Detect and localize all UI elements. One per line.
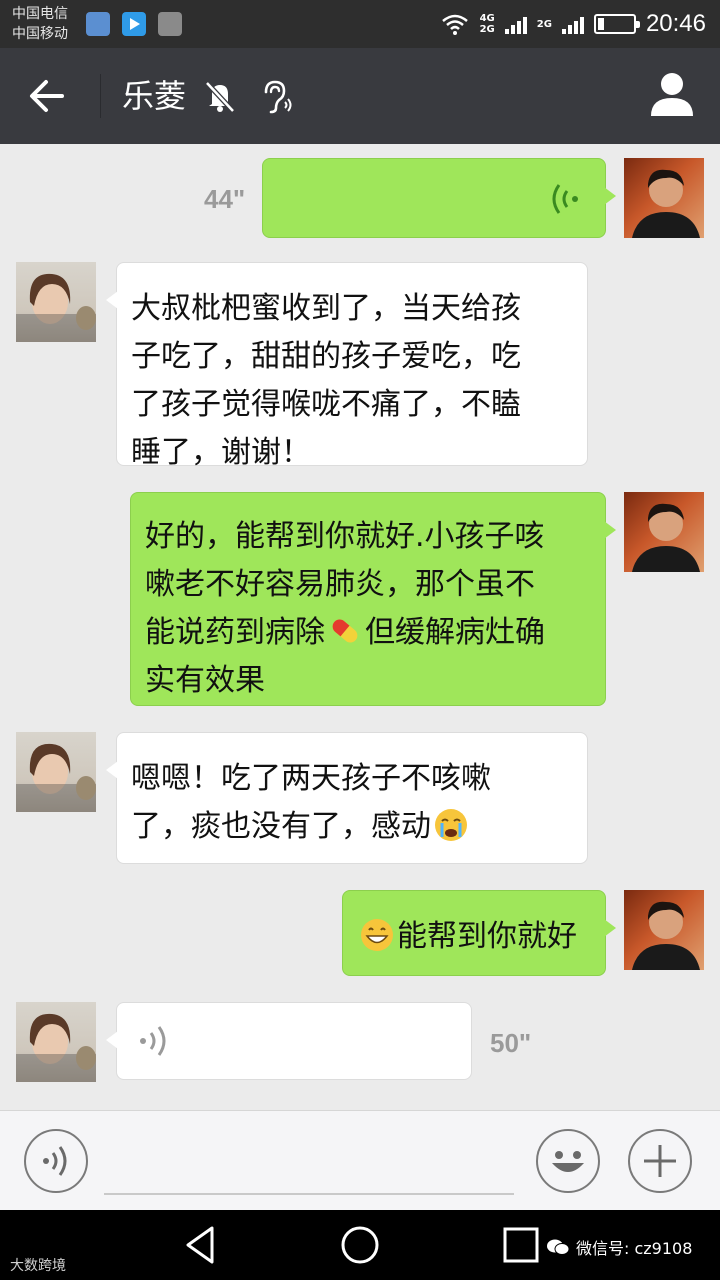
network-type-1: 4G 2G [480,13,495,35]
watermark-left-text: 大数跨境 [10,1258,66,1274]
text-message-bubble[interactable]: 能帮到你就好 [342,890,616,976]
header-divider [100,74,101,118]
message-line: 能说药到病除 但缓解病灶确 [145,609,589,657]
video-app-icon [122,12,146,36]
plus-icon[interactable] [628,1129,692,1193]
voice-input-icon[interactable] [24,1129,88,1193]
signal-2-icon [561,14,584,34]
voice-wave-icon [140,1026,166,1056]
my-avatar[interactable] [624,890,704,970]
text-message-bubble[interactable]: 嗯嗯！吃了两天孩子不咳嗽 了，痰也没有了，感动 [106,732,588,864]
text-message-bubble[interactable]: 大叔枇杷蜜收到了，当天给孩 子吃了，甜甜的孩子爱吃，吃 了孩子觉得喉咙不痛了，不… [106,262,588,470]
net-4g-label: 4G [479,13,495,24]
notification-app-icon [86,12,110,36]
status-icons: 4G 2G 2G 20:46 [440,6,706,42]
message-line: 大叔枇杷蜜收到了，当天给孩 [131,291,521,326]
contact-avatar[interactable] [16,732,96,812]
message-input[interactable] [104,1193,514,1195]
carrier-1: 中国电信 [12,6,68,22]
back-arrow-icon[interactable] [22,74,74,118]
wifi-icon [441,14,468,35]
voice-message-bubble[interactable] [262,158,616,238]
watermark-right: 微信号: cz9108 [546,1235,692,1259]
battery-icon [593,14,640,34]
person-icon[interactable] [648,70,696,120]
emoji-icon[interactable] [536,1129,600,1193]
chat-header: 乐菱 [0,48,720,144]
nav-back-icon[interactable] [180,1224,222,1266]
contact-avatar[interactable] [16,262,96,342]
nav-recents-icon[interactable] [500,1224,542,1266]
crying-face-emoji-icon [435,808,467,841]
ear-icon [264,80,292,114]
message-line: 了孩子觉得喉咙不痛了，不瞌 [131,387,521,422]
message-line: 了，痰也没有了，感动 [131,803,571,851]
carrier-info: 中国电信 中国移动 [12,4,68,44]
status-bar: 中国电信 中国移动 4G 2G 2G 20:46 [0,0,720,48]
net-2-label: 2G [536,18,552,30]
message-line: 睡了，谢谢！ [131,435,311,470]
message-line: 嗽老不好容易肺炎，那个虽不 [145,567,535,602]
pill-emoji-icon [332,619,358,642]
carrier-2: 中国移动 [12,26,68,42]
text-message-bubble[interactable]: 好的，能帮到你就好.小孩子咳 嗽老不好容易肺炎，那个虽不 能说药到病除 但缓解病灶… [130,492,616,706]
voice-duration: 44" [204,184,246,214]
message-line: 好的，能帮到你就好.小孩子咳 [145,519,545,554]
net-2g-label: 2G [479,24,495,35]
grinning-face-emoji-icon [361,918,393,951]
status-time: 20:46 [645,10,706,37]
voice-wave-icon [552,184,578,214]
message-list[interactable]: 44" 大叔枇杷蜜收到了，当天给孩 子吃了，甜甜的孩子爱吃，吃 了孩子觉得喉咙不… [0,144,720,1110]
my-avatar[interactable] [624,492,704,572]
watermark-left: 大数跨境 [10,1255,66,1275]
network-type-2: 2G [537,19,552,30]
nav-home-icon[interactable] [339,1224,381,1266]
watermark-right-text: 微信号: cz9108 [576,1239,693,1258]
message-line: 实有效果 [145,663,265,698]
wechat-logo-icon [547,1239,570,1255]
signal-1-icon [504,14,527,34]
message-line: 能帮到你就好 [357,913,589,961]
contact-name-title: 乐菱 [122,77,187,115]
input-bar [0,1110,720,1210]
my-avatar[interactable] [624,158,704,238]
gallery-app-icon [158,12,182,36]
message-line: 嗯嗯！吃了两天孩子不咳嗽 [131,761,491,796]
voice-message-bubble[interactable] [106,1002,472,1080]
bell-muted-icon [205,81,235,113]
contact-avatar[interactable] [16,1002,96,1082]
message-line: 子吃了，甜甜的孩子爱吃，吃 [131,339,521,374]
voice-duration: 50" [490,1028,532,1058]
